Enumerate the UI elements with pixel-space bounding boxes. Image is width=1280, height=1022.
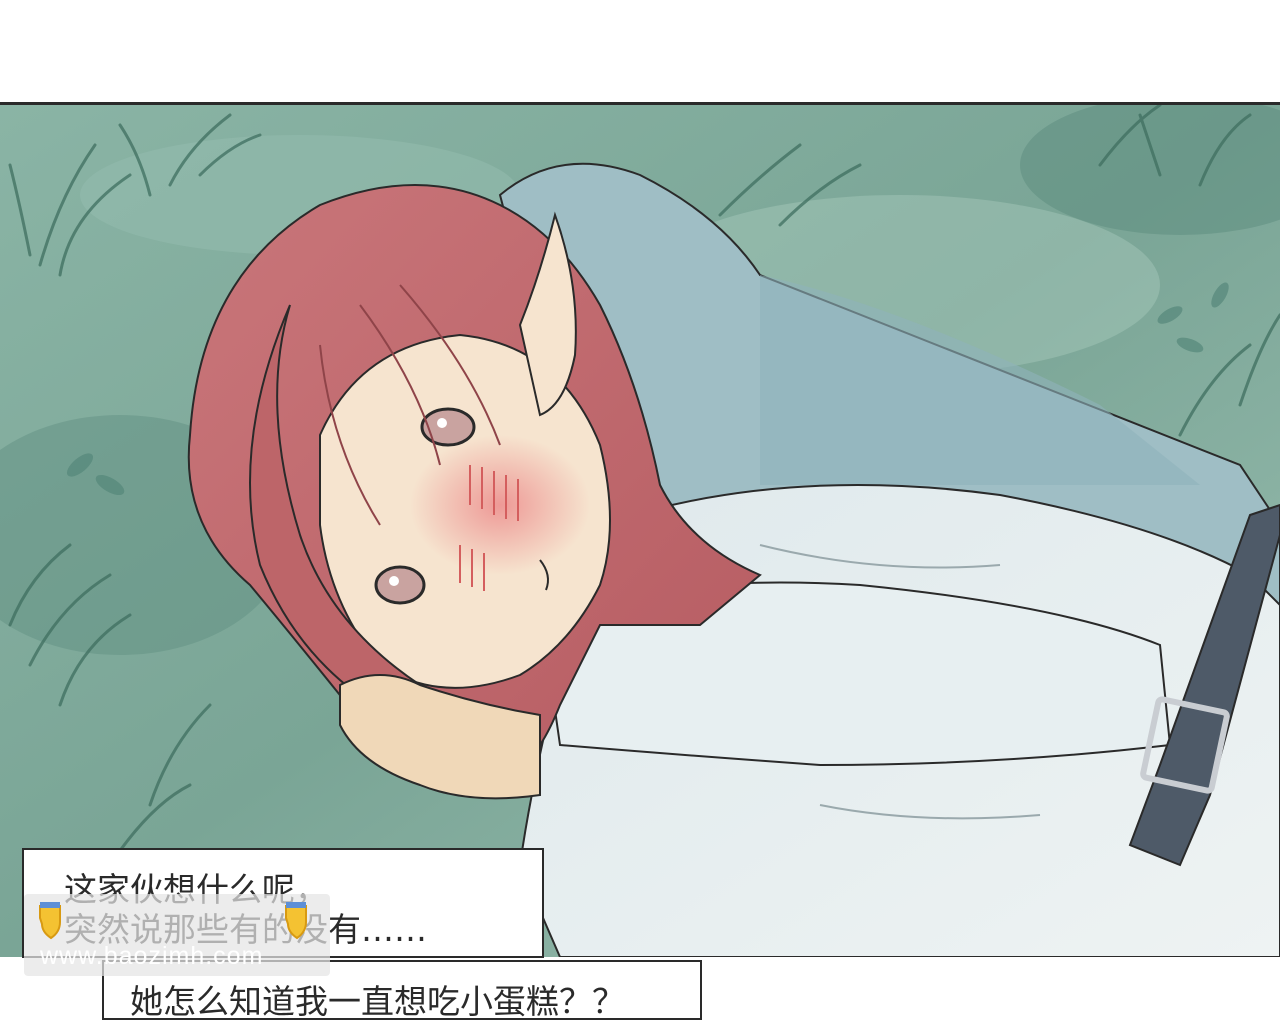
eye-highlight [437, 418, 447, 428]
watermark: www.baozimh.com [24, 894, 330, 976]
hand-pointing-down-icon [39, 902, 61, 940]
hand-pointing-down-icon [285, 902, 307, 940]
watermark-text: www.baozimh.com [40, 942, 264, 970]
eye [374, 565, 426, 605]
caption-line: 她怎么知道我一直想吃小蛋糕？？ [130, 982, 625, 1021]
eye-highlight [389, 576, 399, 586]
comic-panel [0, 102, 1280, 957]
panel-illustration [0, 105, 1280, 957]
eye [420, 407, 476, 447]
